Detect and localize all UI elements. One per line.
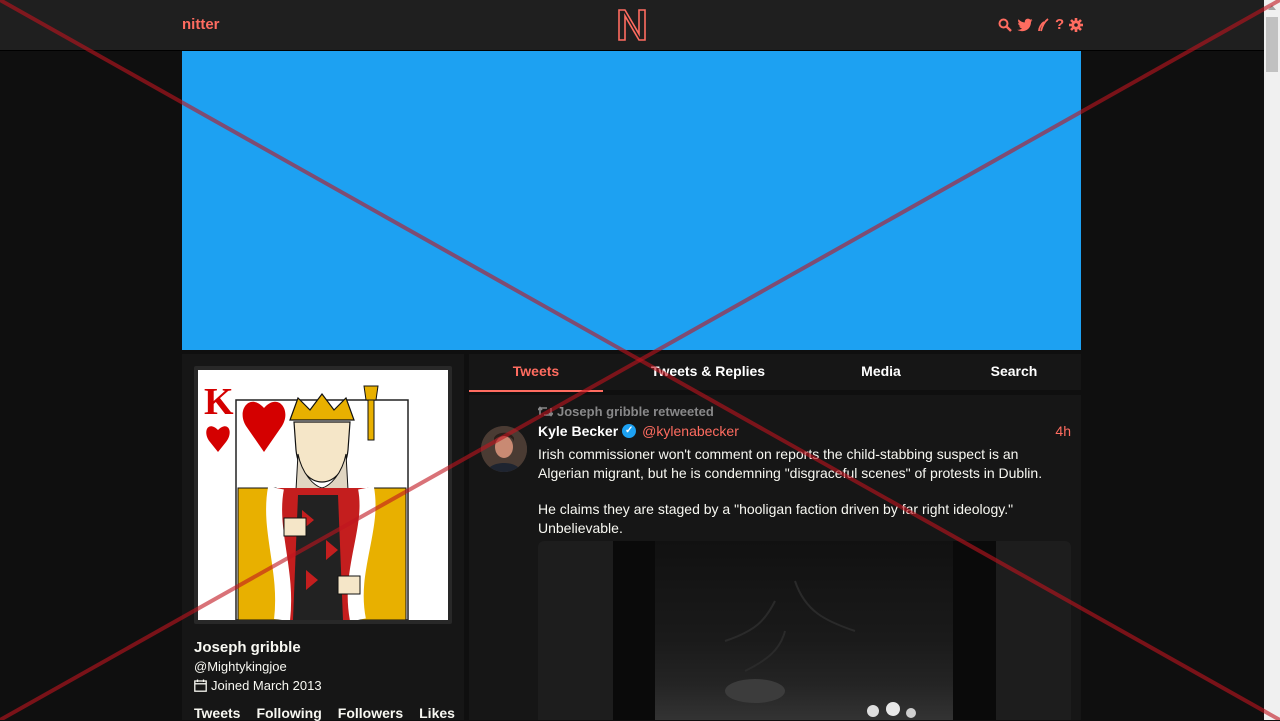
tweet-author-avatar[interactable]: [481, 426, 527, 472]
profile-name[interactable]: Joseph gribble: [194, 639, 301, 656]
joined-label: Joined March 2013: [211, 678, 322, 693]
stat-tweets-label[interactable]: Tweets: [194, 705, 240, 721]
tweet-paragraph: Irish commissioner won't comment on repo…: [538, 446, 1043, 481]
retweet-icon: [538, 406, 553, 417]
tab-media[interactable]: Media: [841, 354, 921, 390]
stat-following-label[interactable]: Following: [256, 705, 321, 721]
navbar: nitter ?: [0, 0, 1264, 50]
scrollbar-thumb[interactable]: [1266, 17, 1278, 72]
profile-handle[interactable]: @Mightykingjoe: [194, 659, 287, 674]
retweet-header: Joseph gribble retweeted: [538, 404, 714, 419]
tweet-content: Irish commissioner won't comment on repo…: [538, 445, 1058, 555]
video-player[interactable]: [613, 541, 996, 720]
stat-likes-label[interactable]: Likes: [419, 705, 455, 721]
search-icon[interactable]: [998, 18, 1012, 32]
profile-card: K Joseph gribble @Mightykingjoe Joined M…: [182, 354, 464, 721]
tweet-media[interactable]: [538, 541, 1071, 720]
tweet-header: Kyle Becker ✓ @kylenabecker: [538, 423, 739, 439]
scroll-up-arrow-icon[interactable]: [1268, 5, 1276, 10]
profile-joined: Joined March 2013: [194, 678, 322, 693]
retweet-header-text[interactable]: Joseph gribble retweeted: [557, 404, 714, 419]
media-thumbnail: [655, 541, 953, 720]
verified-badge-icon: ✓: [622, 424, 637, 438]
scrollbar[interactable]: [1264, 0, 1280, 720]
tab-tweets[interactable]: Tweets: [469, 354, 603, 392]
twitter-bird-icon[interactable]: [1017, 18, 1033, 32]
settings-gear-icon[interactable]: [1069, 17, 1084, 32]
tweet-paragraph: He claims they are staged by a "hooligan…: [538, 501, 1014, 536]
card-rank-text: K: [204, 381, 234, 423]
help-icon[interactable]: ?: [1055, 16, 1064, 33]
nav-icons: ?: [998, 16, 1084, 33]
brand-link[interactable]: nitter: [182, 16, 220, 33]
profile-stats: Tweets Following Followers Likes: [194, 705, 455, 721]
calendar-icon: [194, 679, 207, 692]
avatar[interactable]: K: [194, 366, 452, 624]
rss-icon[interactable]: [1038, 17, 1050, 32]
timeline-tabs: Tweets Tweets & Replies Media Search: [469, 354, 1081, 392]
tweet-timestamp[interactable]: 4h: [1055, 423, 1071, 439]
timeline-item[interactable]: Joseph gribble retweeted Kyle Becker ✓ @…: [469, 395, 1081, 720]
avatar-image: K: [198, 370, 448, 622]
tab-tweets-replies[interactable]: Tweets & Replies: [637, 354, 779, 390]
stat-followers-label[interactable]: Followers: [338, 705, 403, 721]
tab-search[interactable]: Search: [974, 354, 1054, 390]
tweet-author-name[interactable]: Kyle Becker: [538, 423, 618, 439]
nitter-logo[interactable]: [617, 8, 647, 42]
profile-banner[interactable]: [182, 51, 1081, 350]
tweet-author-handle[interactable]: @kylenabecker: [642, 423, 739, 439]
